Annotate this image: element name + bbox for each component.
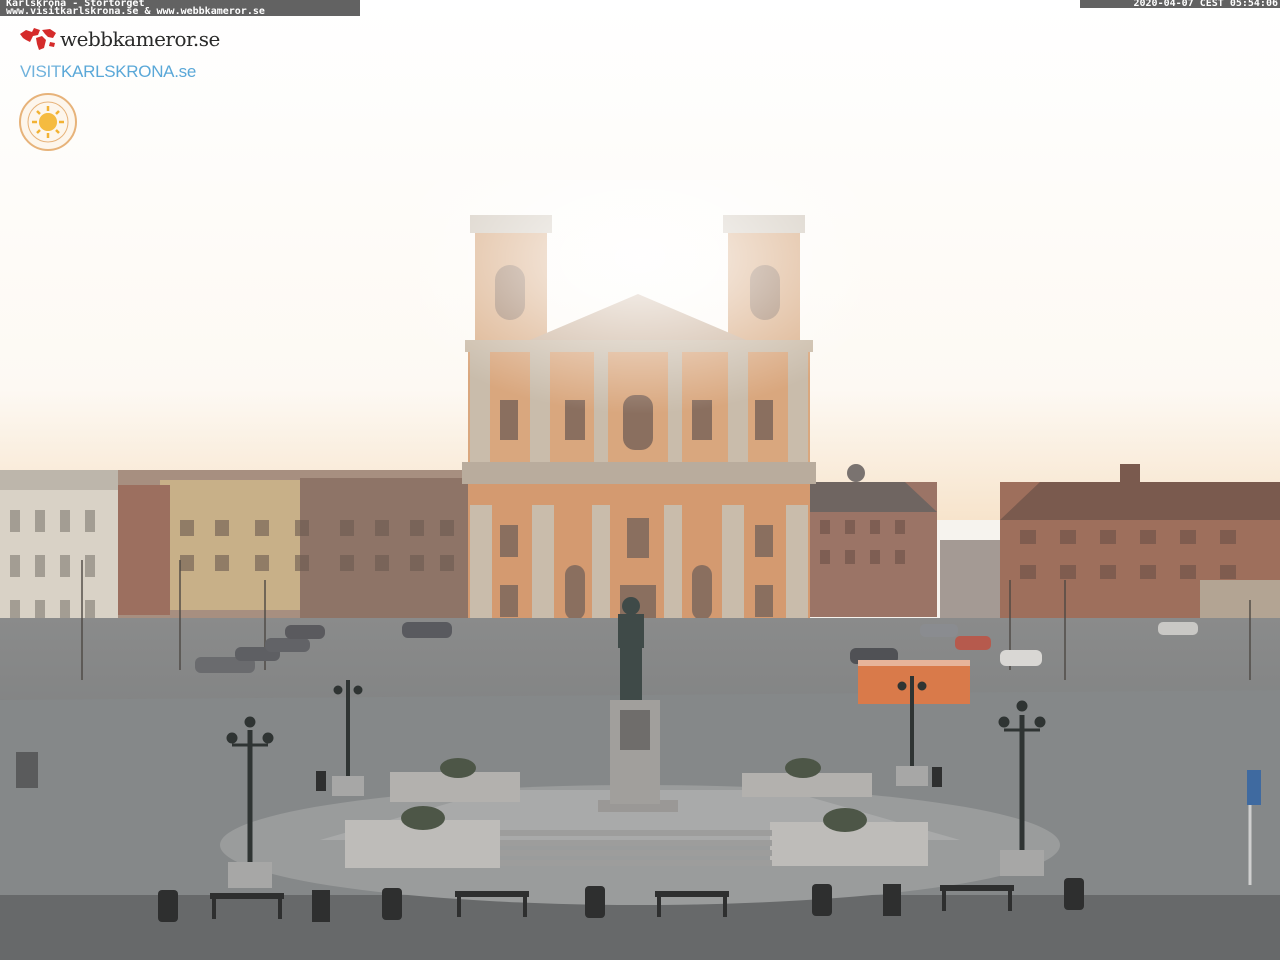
webbkameror-logo-text: webbkameror.se xyxy=(60,27,220,51)
timestamp-overlay: 2020-04-07 CEST 05:54:06 xyxy=(1080,0,1280,9)
visit-name: KARLSKRONA.se xyxy=(61,62,196,81)
webbkameror-logo: webbkameror.se xyxy=(18,26,220,52)
sun-badge-icon xyxy=(19,93,77,151)
camera-title-overlay: Karlskrona - Stortorget www.visitkarlskro… xyxy=(0,0,360,17)
webcam-scene xyxy=(0,0,1280,960)
world-map-icon xyxy=(20,28,56,50)
camera-title-line2: www.visitkarlskrona.se & www.webbkameror… xyxy=(6,6,265,17)
visitkarlskrona-logo: VISIT KARLSKRONA.se xyxy=(20,62,196,82)
church xyxy=(420,180,860,673)
visit-prefix: VISIT xyxy=(20,62,62,81)
